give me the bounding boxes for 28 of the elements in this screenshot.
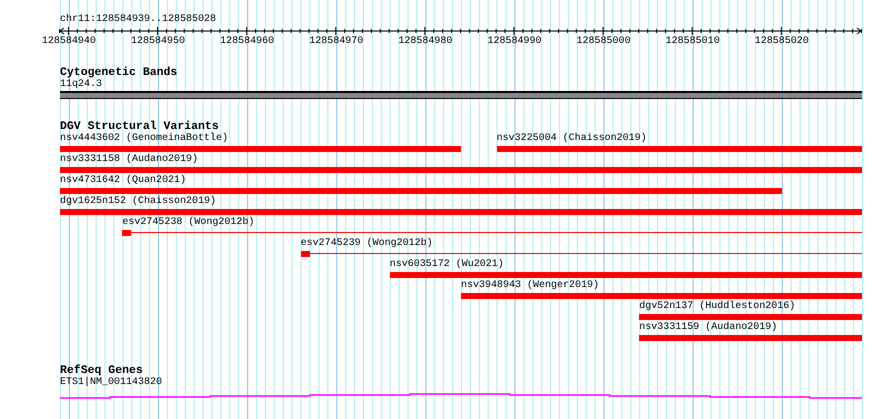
tick-label: 128584970 <box>309 36 364 48</box>
tick-label: 128584960 <box>220 36 274 48</box>
tick-label: 128584980 <box>398 36 452 48</box>
tick-label: 128584950 <box>131 36 186 48</box>
track-title: DGV Structural Variants <box>60 121 219 133</box>
feature-label[interactable]: esv2745238 (Wong2012b) <box>122 217 254 229</box>
tick-label: 128585000 <box>576 36 631 48</box>
feature-label[interactable]: nsv3948943 (Wenger2019) <box>461 280 600 292</box>
feature-bar[interactable] <box>122 230 132 236</box>
feature-label[interactable]: dgv52n137 (Huddleston2016) <box>639 301 796 313</box>
feature-label[interactable]: esv2745239 (Wong2012b) <box>300 238 433 250</box>
tick-label: 128584990 <box>487 36 542 48</box>
gene-line[interactable] <box>60 391 862 399</box>
feature-label[interactable]: nsv3331159 (Audano2019) <box>639 322 778 334</box>
feature-label[interactable]: dgv1625n152 (Chaisson2019) <box>60 196 216 208</box>
location-label: chr11:128584939..128585028 <box>60 14 218 26</box>
tick-label: 128585020 <box>754 36 809 48</box>
tick-label: 128584940 <box>42 36 96 48</box>
feature-label[interactable]: nsv3331158 (Audano2019) <box>60 154 198 166</box>
tick-label: 128585010 <box>666 36 720 48</box>
feature-label[interactable]: nsv6035172 (Wu2021) <box>390 259 504 271</box>
band-label: 11q24.3 <box>60 79 104 91</box>
track-title: Cytogenetic Bands <box>60 67 178 79</box>
feature-label[interactable]: nsv4443602 (GenomeinaBottle) <box>60 133 228 145</box>
track-title: RefSeq Genes <box>60 365 143 377</box>
feature-label[interactable]: nsv4731642 (Quan2021) <box>60 175 186 187</box>
gene-label[interactable]: ETS1|NM_001143820 <box>60 377 862 389</box>
feature-label[interactable]: nsv3225004 (Chaisson2019) <box>496 133 647 145</box>
